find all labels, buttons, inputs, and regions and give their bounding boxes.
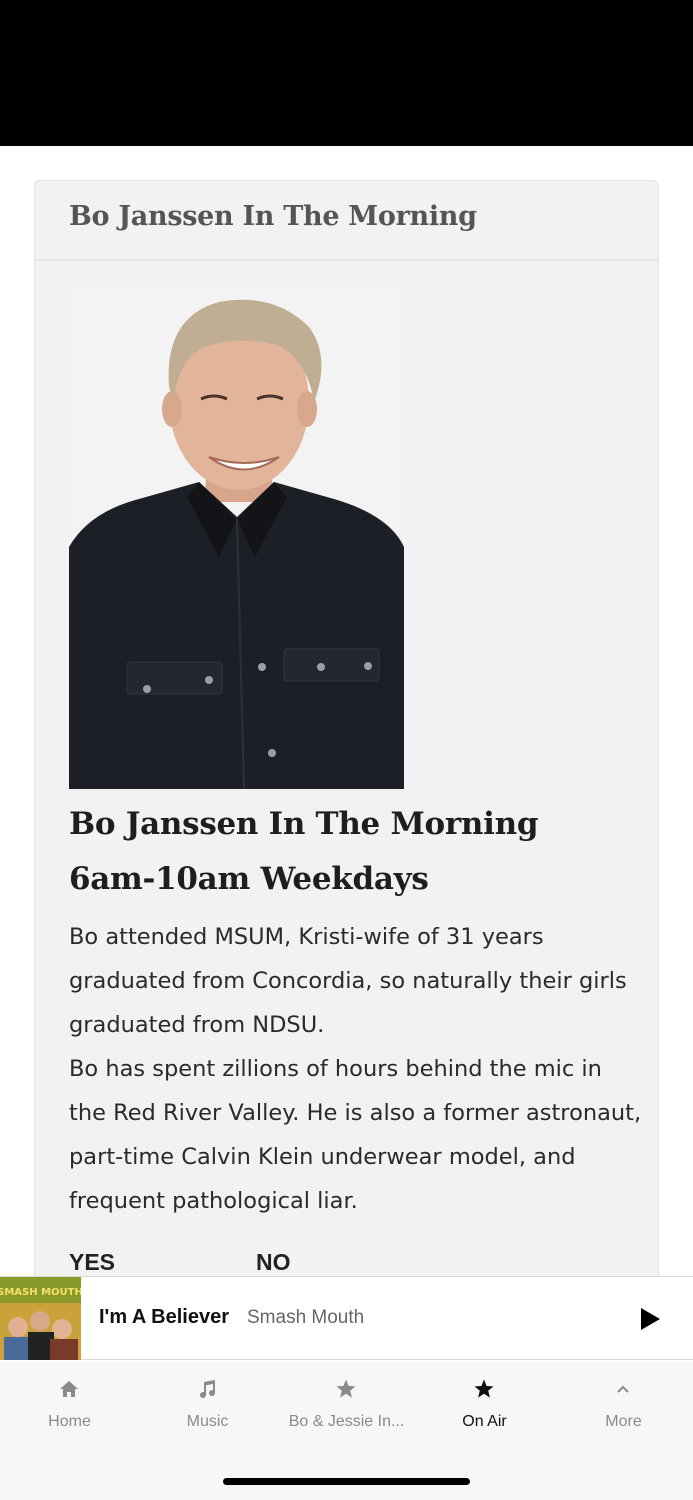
show-title-line1: Bo Janssen In The Morning	[69, 806, 539, 842]
tab-bo-jessie[interactable]: Bo & Jessie In...	[277, 1361, 416, 1441]
album-art: SMASH MOUTH	[0, 1277, 81, 1360]
home-icon	[60, 1381, 78, 1397]
tab-home-label: Home	[48, 1413, 91, 1430]
show-card: Bo Janssen In The Morning Bo Janssen In …	[34, 180, 659, 1277]
tab-home[interactable]: Home	[0, 1361, 139, 1441]
tab-bo-jessie-label: Bo & Jessie In...	[288, 1413, 405, 1430]
chevron-up-icon	[617, 1385, 629, 1393]
album-logo-text: SMASH MOUTH	[0, 1287, 81, 1298]
play-icon	[641, 1308, 660, 1330]
main-content[interactable]: Bo Janssen In The Morning Bo Janssen In …	[0, 146, 693, 1277]
tab-on-air-label: On Air	[462, 1413, 507, 1430]
tab-music-label: Music	[186, 1413, 229, 1430]
tab-more-label: More	[605, 1413, 642, 1430]
poll-no-option[interactable]: NO	[256, 1249, 291, 1276]
card-header: Bo Janssen In The Morning	[35, 181, 658, 261]
host-photo	[69, 287, 404, 789]
bottom-tab-bar: Home Music Bo & Jessie In... On Air More	[0, 1361, 693, 1500]
album-cover-illustration: SMASH MOUTH	[0, 1277, 81, 1360]
tab-more[interactable]: More	[554, 1361, 693, 1441]
card-header-title: Bo Janssen In The Morning	[69, 201, 477, 232]
now-playing-bar[interactable]: SMASH MOUTH I'm A Believer Smash Mouth	[0, 1276, 693, 1360]
host-bio: Bo attended MSUM, Kristi-wife of 31 year…	[69, 915, 644, 1223]
star-icon	[336, 1379, 356, 1398]
poll-yes-option[interactable]: YES	[69, 1249, 115, 1276]
tab-music[interactable]: Music	[138, 1361, 277, 1441]
play-button[interactable]	[632, 1299, 668, 1339]
bio-paragraph-2: Bo has spent zillions of hours behind th…	[69, 1056, 642, 1214]
track-artist: Smash Mouth	[247, 1307, 365, 1328]
host-portrait-illustration	[69, 287, 404, 789]
tab-on-air[interactable]: On Air	[415, 1361, 554, 1441]
status-bar	[0, 0, 693, 146]
show-schedule: 6am-10am Weekdays	[69, 861, 429, 897]
track-title: I'm A Believer	[99, 1306, 229, 1328]
home-indicator[interactable]	[223, 1478, 470, 1485]
bio-paragraph-1: Bo attended MSUM, Kristi-wife of 31 year…	[69, 924, 627, 1038]
music-note-icon	[200, 1380, 216, 1399]
show-title: Bo Janssen In The Morning 6am-10am Weekd…	[69, 797, 639, 907]
star-icon	[474, 1379, 494, 1398]
